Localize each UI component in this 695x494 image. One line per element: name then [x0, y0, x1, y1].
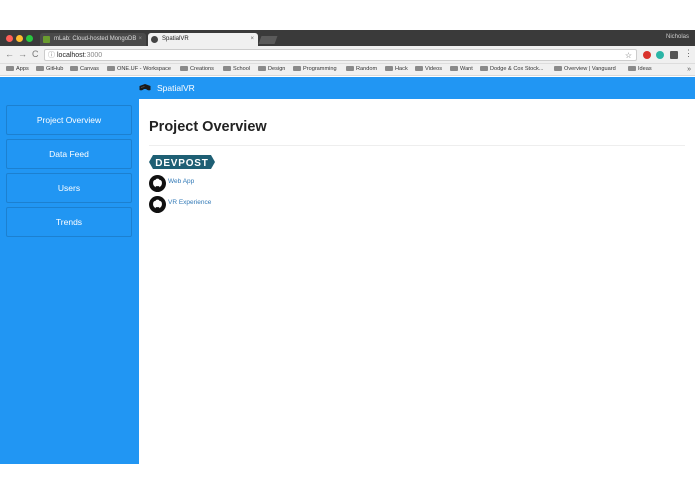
bookmark-dodge-cox[interactable]: Dodge & Cox Stock...: [480, 64, 543, 75]
extension-icon[interactable]: [670, 51, 678, 59]
bookmark-label: Canvas: [80, 66, 99, 72]
adblock-extension-icon[interactable]: [643, 51, 651, 59]
app-navbar: SpatialVR: [0, 77, 695, 99]
close-window-button[interactable]: [6, 35, 13, 42]
new-tab-button[interactable]: [258, 36, 278, 44]
bookmark-github[interactable]: GitHub: [36, 64, 63, 75]
web-app-link[interactable]: Web App: [168, 178, 194, 185]
bookmark-label: Hack: [395, 66, 408, 72]
bookmark-label: Programming: [303, 66, 337, 72]
devpost-label: DEVPOST: [155, 158, 208, 169]
browser-menu-icon[interactable]: ⋮: [684, 48, 693, 59]
divider: [149, 145, 685, 146]
bookmark-label: Want: [460, 66, 473, 72]
github-icon[interactable]: [149, 175, 166, 192]
brand-name: SpatialVR: [157, 83, 195, 93]
page-bottom-margin: [0, 464, 695, 494]
bookmark-label: Creations: [190, 66, 214, 72]
bookmark-label: Dodge & Cox Stock...: [490, 66, 544, 72]
browser-toolbar: ← → C ⓘ localhost:3000 ☆ ⋮: [0, 46, 695, 64]
one-uf-icon: [107, 65, 115, 71]
bookmark-folder[interactable]: Creations: [180, 64, 214, 75]
vanguard-icon: [554, 65, 562, 71]
browser-tab-strip: mLab: Cloud-hosted MongoDB × SpatialVR ×…: [0, 30, 695, 46]
bookmark-folder[interactable]: Design: [258, 64, 285, 75]
reload-button[interactable]: C: [32, 49, 39, 59]
folder-icon: [346, 65, 354, 71]
zoom-window-button[interactable]: [26, 35, 33, 42]
bookmark-folder[interactable]: Want: [450, 64, 473, 75]
folder-icon: [293, 65, 301, 71]
tab-title: SpatialVR: [162, 36, 189, 42]
address-bar[interactable]: ⓘ localhost:3000 ☆: [44, 49, 637, 61]
sidebar-item-users[interactable]: Users: [6, 173, 132, 203]
bookmark-folder[interactable]: Hack: [385, 64, 408, 75]
folder-icon: [385, 65, 393, 71]
url-host: localhost: [57, 52, 85, 59]
info-icon[interactable]: ⓘ: [48, 50, 55, 61]
page-title: Project Overview: [149, 119, 267, 135]
bookmark-canvas[interactable]: Canvas: [70, 64, 99, 75]
folder-icon: [628, 65, 636, 71]
canvas-icon: [70, 65, 78, 71]
bookmark-label: School: [233, 66, 251, 72]
bookmark-label: Random: [356, 66, 378, 72]
dodge-cox-icon: [480, 65, 488, 71]
url-port: :3000: [84, 52, 103, 59]
browser-tab-spatialvr[interactable]: SpatialVR ×: [148, 33, 258, 46]
extension-icon[interactable]: [656, 51, 664, 59]
devpost-logo[interactable]: DEVPOST: [149, 155, 215, 169]
bookmark-label: Apps: [16, 66, 29, 72]
bookmark-label: Design: [268, 66, 286, 72]
bookmark-label: Overview | Vanguard: [564, 66, 616, 72]
sidebar-item-project-overview[interactable]: Project Overview: [6, 105, 132, 135]
bookmark-one-uf[interactable]: ONE.UF - Workspace: [107, 64, 171, 75]
bookmark-star-icon[interactable]: ☆: [625, 50, 632, 61]
tab-title: mLab: Cloud-hosted MongoDB: [54, 36, 137, 42]
sidebar-item-data-feed[interactable]: Data Feed: [6, 139, 132, 169]
sidebar-item-trends[interactable]: Trends: [6, 207, 132, 237]
bookmarks-bar: Apps GitHub Canvas ONE.UF - Workspace Cr…: [0, 64, 695, 76]
bookmark-folder[interactable]: Programming: [293, 64, 337, 75]
tab-close-icon[interactable]: ×: [138, 33, 142, 46]
folder-icon: [223, 65, 231, 71]
bookmark-label: Videos: [425, 66, 443, 72]
mlab-favicon-icon: [43, 36, 50, 43]
bookmark-apps[interactable]: Apps: [6, 64, 29, 75]
back-button[interactable]: ←: [5, 49, 14, 59]
bookmarks-overflow-button[interactable]: »: [687, 64, 691, 75]
bookmark-label: ONE.UF - Workspace: [117, 66, 171, 72]
folder-icon: [180, 65, 188, 71]
bookmark-folder[interactable]: School: [223, 64, 250, 75]
github-icon[interactable]: [149, 196, 166, 213]
vr-headset-icon: [139, 84, 151, 91]
minimize-window-button[interactable]: [16, 35, 23, 42]
main-content: Project Overview DEVPOST Web App VR Expe…: [139, 99, 695, 464]
forward-button[interactable]: →: [18, 49, 27, 59]
bookmark-label: Ideas: [638, 66, 652, 72]
sidebar: Project Overview Data Feed Users Trends: [0, 99, 139, 464]
browser-tab-mlab[interactable]: mLab: Cloud-hosted MongoDB ×: [40, 33, 146, 46]
bookmark-vanguard[interactable]: Overview | Vanguard: [554, 64, 616, 75]
spatialvr-favicon-icon: [151, 36, 158, 43]
folder-icon: [258, 65, 266, 71]
bookmark-label: GitHub: [46, 66, 64, 72]
github-icon: [36, 65, 44, 71]
vr-experience-link[interactable]: VR Experience: [168, 199, 211, 206]
tab-close-icon[interactable]: ×: [250, 33, 254, 46]
bookmark-folder[interactable]: Random: [346, 64, 377, 75]
folder-icon: [450, 65, 458, 71]
bookmark-folder[interactable]: Videos: [415, 64, 442, 75]
apps-grid-icon: [6, 65, 14, 71]
brand-link[interactable]: SpatialVR: [138, 77, 195, 99]
profile-name[interactable]: Nicholas: [666, 34, 689, 40]
folder-icon: [415, 65, 423, 71]
bookmark-folder[interactable]: Ideas: [628, 64, 652, 75]
